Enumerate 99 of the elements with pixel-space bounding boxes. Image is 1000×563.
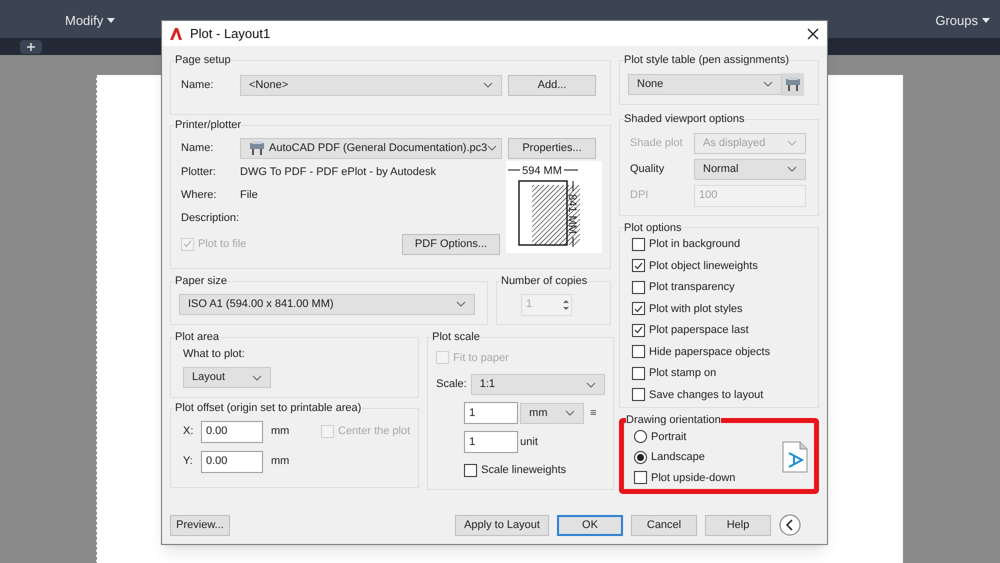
field-label: What to plot: <box>182 348 245 360</box>
chevron-down-icon <box>483 82 493 88</box>
field-label: Plotter: <box>181 164 217 180</box>
info-value: DWG To PDF - PDF ePlot - by Autodesk <box>240 164 436 180</box>
checkbox[interactable] <box>632 280 645 294</box>
window-title: Plot - Layout1 <box>190 24 270 43</box>
landscape-page-icon <box>782 441 808 474</box>
edit-plot-style-button[interactable] <box>782 72 804 96</box>
checkbox-label: Hide paperspace objects <box>649 344 770 360</box>
button[interactable]: Preview... <box>170 514 230 536</box>
field-label: X: <box>183 424 194 440</box>
group-title: Plot area <box>175 330 220 345</box>
dropdown[interactable]: mm <box>520 402 584 424</box>
chevron-down-icon <box>763 81 773 87</box>
checkbox-label: Plot object lineweights <box>649 258 758 274</box>
chevron-down-icon <box>787 140 797 146</box>
checkbox-label: Plot stamp on <box>649 366 716 381</box>
plotter-icon <box>249 141 265 155</box>
field-label: Shade plot <box>629 136 684 151</box>
ribbon-panel-label[interactable]: Groups <box>935 10 990 38</box>
chevron-down-icon <box>456 301 466 307</box>
caret-down-icon <box>107 18 116 23</box>
checkbox[interactable] <box>632 388 645 402</box>
checkbox-label: Scale lineweights <box>481 463 566 478</box>
info-value: File <box>240 188 258 203</box>
field-label: Scale: <box>436 377 467 392</box>
group-title: Number of copies <box>501 274 588 289</box>
button[interactable]: PDF Options... <box>402 234 500 254</box>
input-field[interactable]: 1 <box>464 431 518 453</box>
button[interactable]: Apply to Layout <box>455 514 549 536</box>
group-title: Drawing orientation <box>626 413 721 428</box>
field-label: mm <box>270 454 290 470</box>
dropdown[interactable]: <None> <box>240 74 502 96</box>
radio-button[interactable] <box>634 430 647 444</box>
input-field[interactable]: 0.00 <box>201 450 263 472</box>
dropdown[interactable]: AutoCAD PDF (General Documentation).pc3 <box>240 138 502 158</box>
checkbox-label: Plot upside-down <box>651 470 736 486</box>
plus-icon <box>27 42 35 50</box>
checkbox[interactable] <box>632 302 645 316</box>
dropdown[interactable]: 1:1 <box>470 374 605 395</box>
checkbox[interactable] <box>632 345 645 358</box>
checkbox[interactable] <box>632 324 645 337</box>
chevron-down-icon <box>787 166 797 172</box>
chevron-down-icon <box>252 374 262 380</box>
ribbon-panel-label[interactable]: Modify <box>65 10 116 38</box>
field-label: Quality <box>629 162 666 177</box>
group-title: Printer/plotter <box>175 118 242 133</box>
group-title: Page setup <box>175 53 231 68</box>
dropdown[interactable]: None <box>628 74 782 94</box>
dropdown[interactable]: Normal <box>694 158 806 180</box>
checkbox-label: Center the plot <box>338 424 410 440</box>
field-label: mm <box>270 424 290 440</box>
input-field[interactable]: 1 <box>464 402 518 424</box>
checkbox-label: Plot in background <box>649 237 740 252</box>
app-logo-icon <box>170 28 182 40</box>
checkbox[interactable] <box>634 471 647 484</box>
group-title: Shaded viewport options <box>624 112 744 127</box>
field-label: Where: <box>181 188 218 203</box>
checkbox-label: Fit to paper <box>453 350 509 366</box>
checkbox-label: Plot to file <box>198 236 246 252</box>
dropdown[interactable]: Layout <box>183 367 271 388</box>
checkbox[interactable] <box>632 259 645 272</box>
close-icon[interactable] <box>807 28 819 40</box>
chevron-down-icon <box>565 410 576 416</box>
button[interactable]: Help <box>705 514 771 536</box>
button[interactable]: OK <box>557 514 623 536</box>
plotter-icon <box>785 77 801 91</box>
field-label: unit <box>520 434 538 450</box>
button[interactable]: Add... <box>508 74 596 96</box>
checkbox[interactable] <box>632 238 645 251</box>
field-label: Name: <box>180 140 214 156</box>
checkbox[interactable] <box>464 464 478 477</box>
radio-label: Landscape <box>651 450 705 465</box>
button[interactable]: Properties... <box>508 138 596 158</box>
group-title: Plot style table (pen assignments) <box>624 53 790 68</box>
chevron-down-icon <box>586 382 596 388</box>
dropdown[interactable]: ISO A1 (594.00 x 841.00 MM) <box>179 294 475 314</box>
field-label: DPI <box>629 188 650 204</box>
checkbox-label: Plot with plot styles <box>649 302 743 316</box>
checkbox-label: Plot paperspace last <box>649 323 749 338</box>
add-tab-button[interactable] <box>20 40 42 54</box>
field-label: Description: <box>181 210 240 226</box>
checkbox-label: Save changes to layout <box>649 388 764 402</box>
button[interactable]: Cancel <box>631 514 697 536</box>
caret-down-icon <box>982 18 990 23</box>
equals-sign: ≡ <box>590 406 597 421</box>
input-field[interactable]: 0.00 <box>201 420 263 442</box>
chevron-down-icon <box>487 145 498 151</box>
group-title: Plot options <box>624 220 682 236</box>
field-label: Name: <box>180 78 214 93</box>
group-title: Paper size <box>175 274 227 289</box>
paper-preview-drawing: 594 MM 841 MM <box>506 160 602 252</box>
group-title: Plot offset (origin set to printable area) <box>175 401 362 416</box>
group-title: Plot scale <box>432 330 480 345</box>
radio-button[interactable] <box>634 450 647 464</box>
radio-label: Portrait <box>651 430 686 444</box>
checkbox[interactable] <box>632 366 645 380</box>
field-label: Y: <box>183 454 194 470</box>
checkbox-label: Plot transparency <box>649 280 735 295</box>
